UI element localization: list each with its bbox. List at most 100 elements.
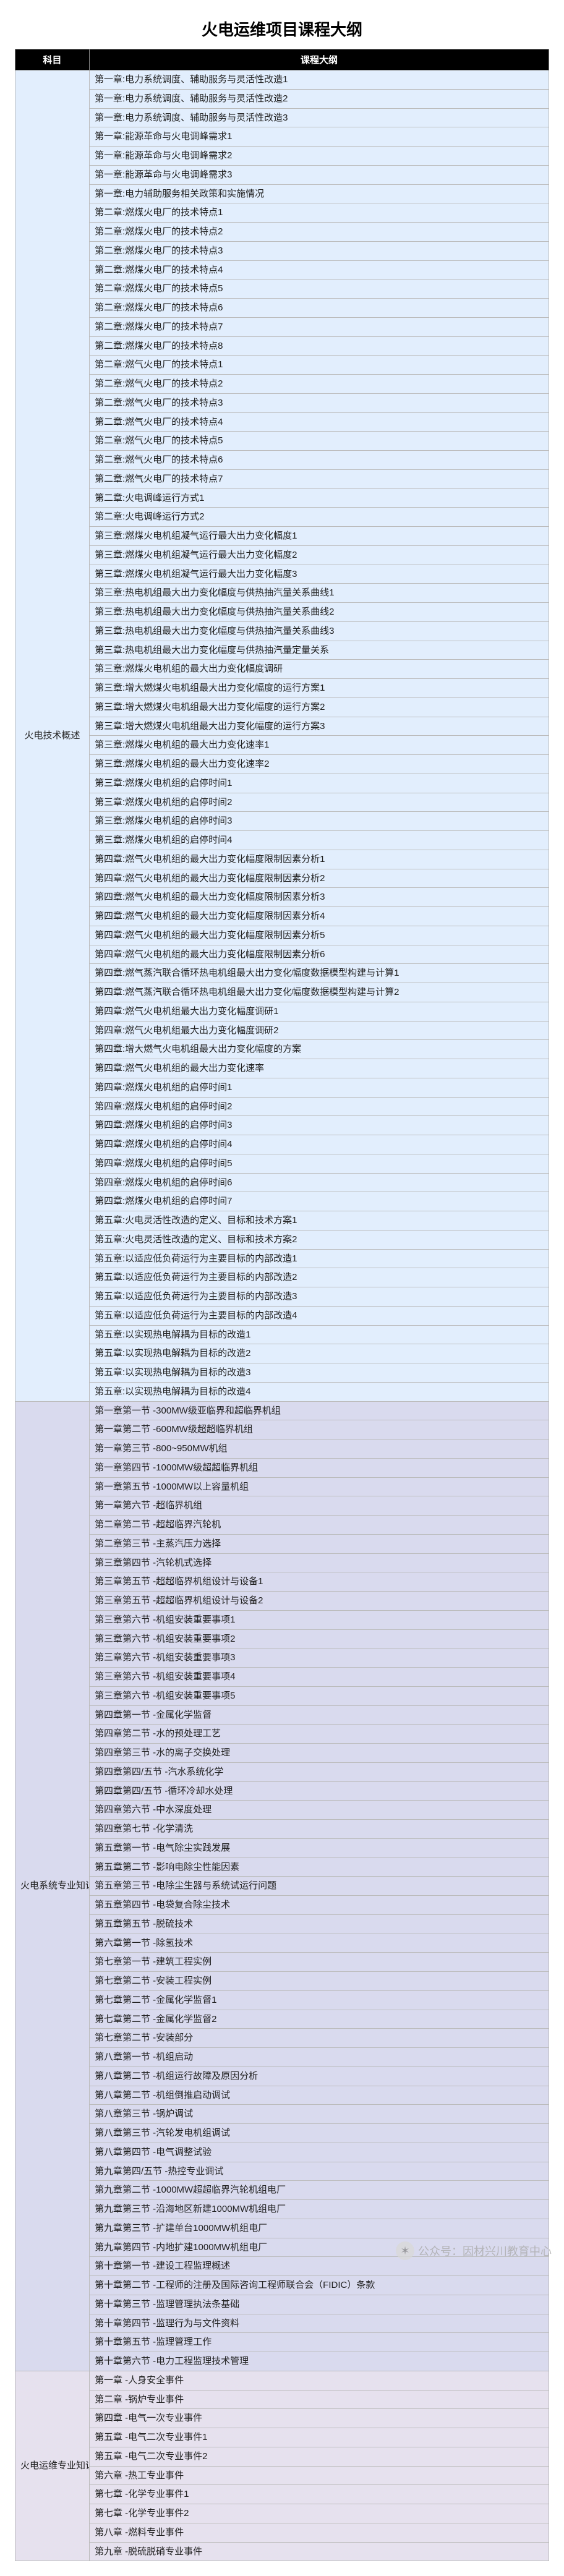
outline-cell: 第五章第一节 -电气除尘实践发展	[90, 1838, 549, 1857]
table-row: 第三章:热电机组最大出力变化幅度与供热抽汽量关系曲线3	[15, 621, 549, 641]
column-outline: 课程大纲	[90, 49, 549, 70]
table-row: 第五章:以实现热电解耦为目标的改造3	[15, 1363, 549, 1383]
outline-cell: 第八章第一节 -机组启动	[90, 2048, 549, 2067]
outline-cell: 第五章:以适应低负荷运行为主要目标的内部改造2	[90, 1268, 549, 1287]
outline-cell: 第三章:热电机组最大出力变化幅度与供热抽汽量关系曲线2	[90, 603, 549, 622]
table-row: 第三章:燃煤火电机组凝气运行最大出力变化幅度1	[15, 527, 549, 546]
outline-cell: 第一章第四节 -1000MW级超超临界机组	[90, 1458, 549, 1477]
outline-cell: 第二章:燃气火电厂的技术特点4	[90, 412, 549, 432]
outline-cell: 第一章:能源革命与火电调峰需求3	[90, 165, 549, 184]
table-row: 第一章第二节 -600MW级超超临界机组	[15, 1420, 549, 1439]
table-row: 第二章:燃气火电厂的技术特点3	[15, 393, 549, 412]
outline-cell: 第五章:火电灵活性改造的定义、目标和技术方案1	[90, 1211, 549, 1230]
outline-cell: 第二章:火电调峰运行方式2	[90, 508, 549, 527]
table-row: 第四章第四/五节 -循环冷却水处理	[15, 1781, 549, 1801]
table-row: 第三章:增大燃煤火电机组最大出力变化幅度的运行方案2	[15, 697, 549, 717]
outline-cell: 第一章:能源革命与火电调峰需求1	[90, 127, 549, 147]
table-row: 第四章 -电气一次专业事件	[15, 2409, 549, 2428]
table-row: 第七章第二节 -金属化学监督1	[15, 1990, 549, 2010]
outline-cell: 第三章第四节 -汽轮机式选择	[90, 1553, 549, 1572]
table-row: 第三章第六节 -机组安装重要事项3	[15, 1648, 549, 1668]
outline-cell: 第二章:燃煤火电厂的技术特点2	[90, 223, 549, 242]
table-row: 第二章:燃煤火电厂的技术特点7	[15, 317, 549, 336]
outline-cell: 第四章:燃气火电机组的最大出力变化幅度限制因素分析2	[90, 869, 549, 888]
table-row: 第四章:燃煤火电机组的启停时间3	[15, 1116, 549, 1135]
table-row: 第二章:燃煤火电厂的技术特点5	[15, 279, 549, 299]
table-row: 第八章第二节 -机组倒推启动调试	[15, 2086, 549, 2105]
outline-cell: 第二章:燃煤火电厂的技术特点8	[90, 336, 549, 356]
outline-cell: 第三章第六节 -机组安装重要事项3	[90, 1648, 549, 1668]
table-row: 第四章:燃气火电机组的最大出力变化速率	[15, 1059, 549, 1078]
outline-cell: 第七章第二节 -金属化学监督2	[90, 2010, 549, 2029]
table-row: 第二章:燃气火电厂的技术特点5	[15, 432, 549, 451]
table-row: 第四章第二节 -水的预处理工艺	[15, 1725, 549, 1744]
table-row: 第四章:燃煤火电机组的启停时间4	[15, 1135, 549, 1154]
outline-cell: 第三章:燃煤火电机组凝气运行最大出力变化幅度3	[90, 565, 549, 584]
table-row: 第二章 -锅炉专业事件	[15, 2390, 549, 2409]
table-row: 第三章:热电机组最大出力变化幅度与供热抽汽量关系曲线2	[15, 603, 549, 622]
table-row: 第三章:燃煤火电机组的启停时间2	[15, 793, 549, 812]
outline-cell: 第五章 -电气二次专业事件2	[90, 2447, 549, 2466]
outline-cell: 第四章第七节 -化学清洗	[90, 1820, 549, 1839]
outline-cell: 第二章:燃气火电厂的技术特点7	[90, 469, 549, 488]
outline-cell: 第十章第六节 -电力工程监理技术管理	[90, 2352, 549, 2371]
outline-cell: 第四章:燃煤火电机组的启停时间6	[90, 1173, 549, 1192]
table-row: 第三章:热电机组最大出力变化幅度与供热抽汽量定量关系	[15, 641, 549, 660]
outline-cell: 第三章:燃煤火电机组凝气运行最大出力变化幅度1	[90, 527, 549, 546]
table-row: 第二章第三节 -主蒸汽压力选择	[15, 1534, 549, 1553]
outline-cell: 第一章:电力系统调度、辅助服务与灵活性改造2	[90, 89, 549, 108]
outline-cell: 第八章 -燃料专业事件	[90, 2523, 549, 2542]
subject-cell: 火电技术概述	[15, 70, 90, 1402]
table-row: 第七章第一节 -建筑工程实例	[15, 1953, 549, 1972]
outline-cell: 第十章第四节 -监理行为与文件资料	[90, 2314, 549, 2333]
outline-cell: 第四章:燃气火电机组的最大出力变化幅度限制因素分析4	[90, 907, 549, 926]
outline-cell: 第二章:燃煤火电厂的技术特点5	[90, 279, 549, 299]
outline-cell: 第二章:燃煤火电厂的技术特点4	[90, 260, 549, 279]
section-body: 火电技术概述第一章:电力系统调度、辅助服务与灵活性改造1第一章:电力系统调度、辅…	[15, 70, 549, 1402]
table-row: 第四章:燃煤火电机组的启停时间5	[15, 1154, 549, 1173]
table-row: 第三章:燃煤火电机组的启停时间4	[15, 831, 549, 850]
outline-cell: 第二章:火电调峰运行方式1	[90, 488, 549, 508]
table-row: 第四章:燃气火电机组最大出力变化幅度调研1	[15, 1002, 549, 1021]
table-row: 第一章:能源革命与火电调峰需求2	[15, 147, 549, 166]
table-row: 第四章:燃煤火电机组的启停时间6	[15, 1173, 549, 1192]
outline-cell: 第八章第三节 -锅炉调试	[90, 2105, 549, 2124]
outline-cell: 第二章:燃煤火电厂的技术特点1	[90, 203, 549, 223]
outline-cell: 第八章第二节 -机组运行故障及原因分析	[90, 2066, 549, 2086]
table-row: 第五章第二节 -影响电除尘性能因素	[15, 1857, 549, 1877]
table-row: 第二章:燃煤火电厂的技术特点2	[15, 223, 549, 242]
outline-cell: 第五章:以实现热电解耦为目标的改造2	[90, 1344, 549, 1363]
outline-cell: 第十章第五节 -监理管理工作	[90, 2333, 549, 2352]
table-row: 第六章第一节 -除氢技术	[15, 1934, 549, 1953]
table-row: 第二章:火电调峰运行方式1	[15, 488, 549, 508]
outline-cell: 第三章:燃煤火电机组凝气运行最大出力变化幅度2	[90, 545, 549, 565]
outline-cell: 第四章:燃煤火电机组的启停时间4	[90, 1135, 549, 1154]
table-row: 第四章:燃气火电机组的最大出力变化幅度限制因素分析3	[15, 888, 549, 907]
table-row: 第八章第三节 -锅炉调试	[15, 2105, 549, 2124]
outline-cell: 第五章:以适应低负荷运行为主要目标的内部改造3	[90, 1287, 549, 1307]
outline-cell: 第七章第二节 -金属化学监督1	[90, 1990, 549, 2010]
outline-cell: 第二章:燃气火电厂的技术特点6	[90, 451, 549, 470]
table-row: 第二章:燃气火电厂的技术特点4	[15, 412, 549, 432]
outline-cell: 第三章:燃煤火电机组的最大出力变化幅度调研	[90, 660, 549, 679]
table-row: 第一章:电力系统调度、辅助服务与灵活性改造2	[15, 89, 549, 108]
table-row: 火电技术概述第一章:电力系统调度、辅助服务与灵活性改造1	[15, 70, 549, 90]
table-row: 第八章第一节 -机组启动	[15, 2048, 549, 2067]
watermark: ✶ 公众号：因材兴川教育中心	[396, 2241, 552, 2260]
table-row: 第四章第六节 -中水深度处理	[15, 1801, 549, 1820]
outline-cell: 第二章:燃气火电厂的技术特点1	[90, 356, 549, 375]
syllabus-page: 火电运维项目课程大纲 科目 课程大纲 火电技术概述第一章:电力系统调度、辅助服务…	[0, 0, 564, 2576]
outline-cell: 第二章:燃煤火电厂的技术特点6	[90, 299, 549, 318]
outline-cell: 第八章第三节 -汽轮发电机组调试	[90, 2124, 549, 2143]
outline-cell: 第四章:燃气火电机组的最大出力变化幅度限制因素分析5	[90, 926, 549, 945]
outline-cell: 第三章:热电机组最大出力变化幅度与供热抽汽量关系曲线3	[90, 621, 549, 641]
outline-cell: 第四章:燃气火电机组的最大出力变化速率	[90, 1059, 549, 1078]
outline-cell: 第五章第五节 -脱硫技术	[90, 1914, 549, 1934]
table-row: 第五章:以适应低负荷运行为主要目标的内部改造2	[15, 1268, 549, 1287]
table-row: 第五章第一节 -电气除尘实践发展	[15, 1838, 549, 1857]
table-row: 第四章:燃气蒸汽联合循环热电机组最大出力变化幅度数据模型构建与计算2	[15, 983, 549, 1002]
column-subject: 科目	[15, 49, 90, 70]
table-row: 第五章:以适应低负荷运行为主要目标的内部改造1	[15, 1249, 549, 1268]
outline-cell: 第三章第六节 -机组安装重要事项1	[90, 1610, 549, 1629]
outline-cell: 第三章:增大燃煤火电机组最大出力变化幅度的运行方案1	[90, 679, 549, 698]
